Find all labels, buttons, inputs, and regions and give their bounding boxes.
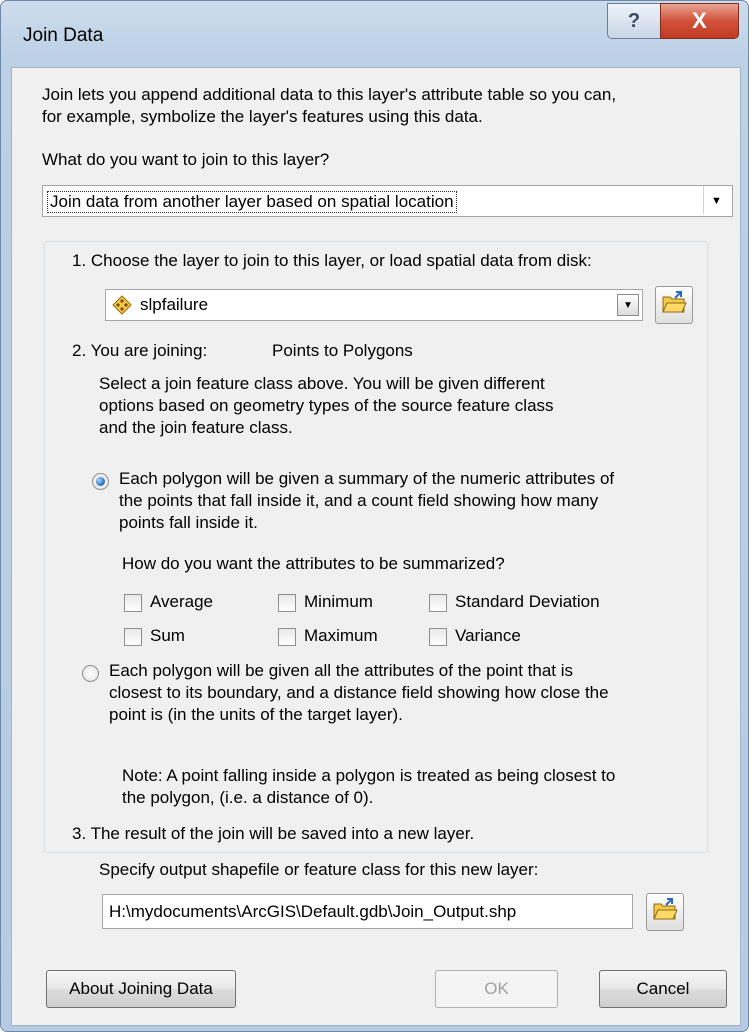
step2-description-line-3: and the join feature class. <box>99 418 293 437</box>
step2-description-line-2: options based on geometry types of the s… <box>99 396 554 415</box>
average-label[interactable]: Average <box>150 591 213 613</box>
about-joining-data-button[interactable]: About Joining Data <box>46 970 236 1008</box>
help-icon: ? <box>627 9 641 32</box>
intro-text-line-1: Join lets you append additional data to … <box>42 85 617 104</box>
standard-deviation-label[interactable]: Standard Deviation <box>455 591 600 613</box>
variance-label[interactable]: Variance <box>455 625 521 647</box>
closest-option-radio[interactable] <box>82 665 99 682</box>
maximum-checkbox[interactable] <box>278 628 296 646</box>
dialog-title: Join Data <box>23 25 104 46</box>
open-folder-icon <box>652 897 678 927</box>
summarize-question: How do you want the attributes to be sum… <box>122 554 505 573</box>
average-checkbox[interactable] <box>124 594 142 612</box>
summary-option-line-3: points fall inside it. <box>119 513 258 532</box>
step3-label: 3. The result of the join will be saved … <box>72 824 475 843</box>
summary-option-line-2: the points that fall inside it, and a co… <box>119 491 599 510</box>
open-folder-icon <box>661 290 687 320</box>
sum-checkbox[interactable] <box>124 628 142 646</box>
joining-type-value: Points to Polygons <box>272 341 413 360</box>
output-label: Specify output shapefile or feature clas… <box>99 860 539 879</box>
closest-option-line-2: closest to its boundary, and a distance … <box>109 683 609 702</box>
join-data-dialog: Join Data ? X Join lets you append addit… <box>0 0 749 1032</box>
step1-label: 1. Choose the layer to join to this laye… <box>72 251 592 270</box>
cancel-button[interactable]: Cancel <box>599 970 727 1008</box>
summary-option-radio[interactable] <box>92 473 109 490</box>
join-type-value: Join data from another layer based on sp… <box>47 191 457 213</box>
browse-output-button[interactable] <box>646 893 684 931</box>
standard-deviation-checkbox[interactable] <box>429 594 447 612</box>
step2-description-line-1: Select a join feature class above. You w… <box>99 374 545 393</box>
intro-text-line-2: for example, symbolize the layer's featu… <box>42 107 483 126</box>
point-layer-icon <box>112 295 132 320</box>
output-path-field[interactable] <box>102 894 633 929</box>
minimum-label[interactable]: Minimum <box>304 591 373 613</box>
browse-layer-button[interactable] <box>655 286 693 324</box>
join-type-select[interactable]: Join data from another layer based on sp… <box>42 185 733 217</box>
dialog-body: Join lets you append additional data to … <box>11 67 741 1026</box>
help-button[interactable]: ? <box>607 3 661 39</box>
close-icon: X <box>692 8 707 33</box>
maximum-label[interactable]: Maximum <box>304 625 378 647</box>
note-line-2: the polygon, (i.e. a distance of 0). <box>122 788 374 807</box>
chevron-down-icon: ▼ <box>711 195 722 207</box>
join-type-label: What do you want to join to this layer? <box>42 150 330 169</box>
join-options-group <box>44 241 708 853</box>
closest-option-line-1[interactable]: Each polygon will be given all the attri… <box>109 660 573 682</box>
minimum-checkbox[interactable] <box>278 594 296 612</box>
output-path-input[interactable] <box>103 895 632 928</box>
layer-value: slpfailure <box>140 295 209 314</box>
closest-option-line-3: point is (in the units of the target lay… <box>109 705 403 724</box>
summary-option-line-1[interactable]: Each polygon will be given a summary of … <box>119 468 614 490</box>
step2-label: 2. You are joining: <box>72 341 208 360</box>
chevron-down-icon: ▼ <box>623 299 633 311</box>
title-bar[interactable]: Join Data ? X <box>1 1 748 67</box>
layer-dropdown-button[interactable]: ▼ <box>617 294 639 316</box>
ok-button[interactable]: OK <box>435 970 558 1008</box>
layer-select[interactable]: slpfailure ▼ <box>105 289 643 321</box>
sum-label[interactable]: Sum <box>150 625 185 647</box>
note-line-1: Note: A point falling inside a polygon i… <box>122 766 616 785</box>
variance-checkbox[interactable] <box>429 628 447 646</box>
close-button[interactable]: X <box>660 3 739 39</box>
divider <box>703 186 704 214</box>
